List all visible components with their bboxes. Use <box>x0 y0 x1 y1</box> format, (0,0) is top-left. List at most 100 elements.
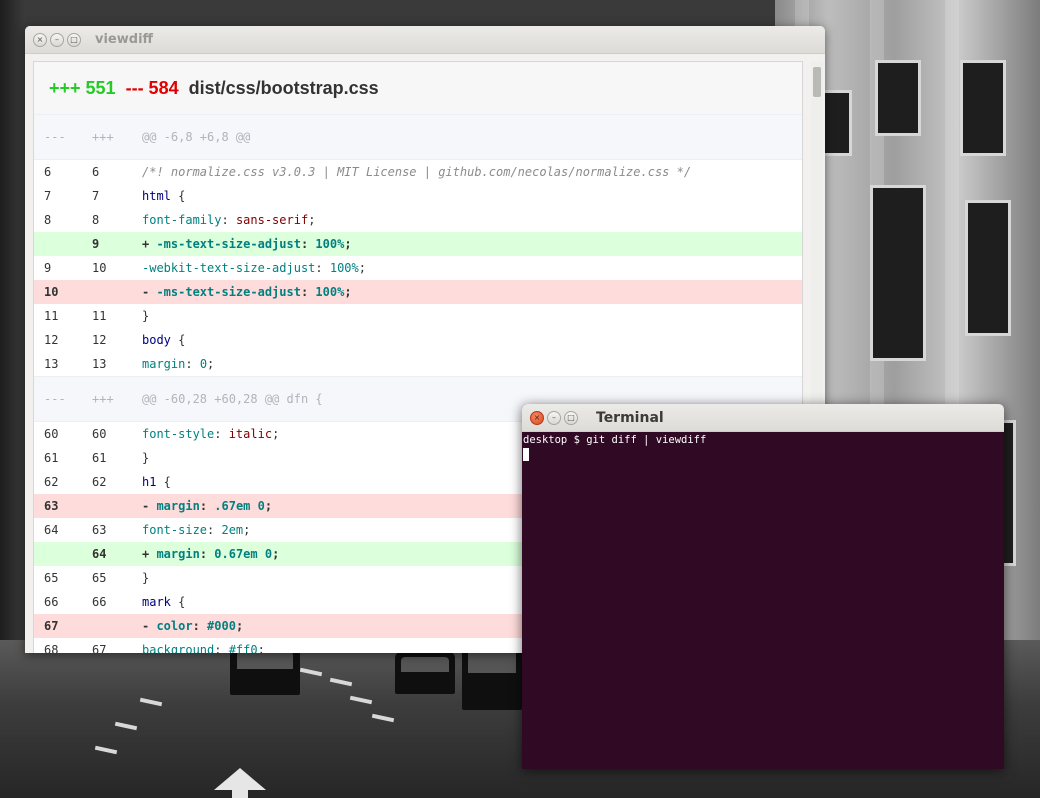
code-text: font-style: italic; <box>132 427 279 441</box>
removed-line: 10 - -ms-text-size-adjust: 100%; <box>34 280 802 304</box>
code-token: font-style <box>142 427 215 441</box>
new-line-number: 6 <box>92 165 100 179</box>
old-line-number: 66 <box>44 595 59 609</box>
code-token: -ms-text-size-adjust <box>156 285 301 299</box>
code-token: 100% <box>329 261 359 275</box>
code-text: -webkit-text-size-adjust: 100%; <box>132 261 366 275</box>
close-icon[interactable]: × <box>33 32 47 47</box>
road-arrow-marking <box>214 768 266 790</box>
code-token: ; <box>207 357 215 371</box>
hunk-header: --- +++ @@ -6,8 +6,8 @@ <box>34 114 802 160</box>
window-title: viewdiff <box>95 32 154 47</box>
added-line: 9 + -ms-text-size-adjust: 100%; <box>34 232 802 256</box>
code-text: /*! normalize.css v3.0.3 | MIT License |… <box>132 165 691 179</box>
context-line: 11 11} <box>34 304 802 328</box>
code-token: } <box>142 309 150 323</box>
code-token: margin <box>142 357 186 371</box>
new-line-number: 63 <box>92 523 107 537</box>
road-arrow-stem <box>232 788 248 798</box>
hunk-range: @@ -6,8 +6,8 @@ <box>142 130 251 144</box>
minimize-icon[interactable]: – <box>547 410 561 425</box>
file-name: dist/css/bootstrap.css <box>188 77 379 98</box>
old-line-number: 11 <box>44 309 59 323</box>
code-token: -ms-text-size-adjust <box>156 237 301 251</box>
old-line-number: 68 <box>44 643 59 653</box>
code-text: font-size: 2em; <box>132 523 250 537</box>
old-line-number: 8 <box>44 213 52 227</box>
new-line-number: 13 <box>92 357 107 371</box>
code-token: { <box>170 333 186 347</box>
old-line-number: 61 <box>44 451 59 465</box>
code-text: } <box>132 309 149 323</box>
hunk-new-marker: +++ <box>92 392 114 406</box>
new-line-number: 66 <box>92 595 107 609</box>
code-token: #ff0 <box>228 643 258 653</box>
code-token: ; <box>264 499 273 513</box>
new-line-number: 7 <box>92 189 100 203</box>
code-token: : <box>185 357 200 371</box>
viewdiff-titlebar[interactable]: × – □ viewdiff <box>25 26 825 54</box>
code-token: + <box>142 237 157 251</box>
code-token: 100% <box>315 285 345 299</box>
code-token: { <box>156 475 171 489</box>
code-token: 0.67em 0 <box>214 547 273 561</box>
new-line-number: 8 <box>92 213 100 227</box>
old-line-number: 12 <box>44 333 59 347</box>
code-token: sans-serif <box>235 213 309 227</box>
code-token: - <box>142 285 157 299</box>
maximize-icon[interactable]: □ <box>67 32 81 47</box>
code-token: body <box>142 333 171 347</box>
terminal-title: Terminal <box>596 409 664 426</box>
code-token: font-size <box>142 523 208 537</box>
code-token: ; <box>272 547 280 561</box>
scrollbar-thumb[interactable] <box>813 67 821 97</box>
code-text: html { <box>132 189 185 203</box>
close-icon[interactable]: × <box>530 410 544 425</box>
code-token: italic <box>228 427 273 441</box>
car <box>395 652 455 694</box>
context-line: 8 8 font-family: sans-serif; <box>34 208 802 232</box>
code-token: { <box>170 189 186 203</box>
code-token: ; <box>308 213 316 227</box>
additions-count: +++ 551 <box>49 77 116 98</box>
new-line-number: 65 <box>92 571 107 585</box>
code-token: : <box>221 213 236 227</box>
new-line-number: 11 <box>92 309 107 323</box>
context-line: 9 10 -webkit-text-size-adjust: 100%; <box>34 256 802 280</box>
code-token: margin <box>156 547 200 561</box>
code-token: : <box>199 547 215 561</box>
code-token: ; <box>243 523 251 537</box>
terminal-output[interactable]: desktop $ git diff | viewdiff <box>522 432 1004 769</box>
old-line-number: 63 <box>44 499 59 513</box>
new-line-number: 62 <box>92 475 107 489</box>
code-token: .67em 0 <box>214 499 265 513</box>
maximize-icon[interactable]: □ <box>564 410 578 425</box>
code-token: color <box>156 619 193 633</box>
code-token: 0 <box>199 357 208 371</box>
code-token: font-family <box>142 213 222 227</box>
deletions-count: --- 584 <box>125 77 179 98</box>
file-header: +++ 551 --- 584 dist/css/bootstrap.css <box>34 62 802 114</box>
old-line-number: 67 <box>44 619 59 633</box>
code-token: : <box>199 499 215 513</box>
old-line-number: 62 <box>44 475 59 489</box>
hunk-range: @@ -60,28 +60,28 @@ dfn { <box>142 392 323 406</box>
new-line-number: 64 <box>92 547 107 561</box>
code-token: : <box>300 237 316 251</box>
code-text: - -ms-text-size-adjust: 100%; <box>132 285 352 299</box>
prompt-line: desktop $ git diff | viewdiff <box>523 434 707 446</box>
code-token: : <box>300 285 316 299</box>
code-token: ; <box>235 619 244 633</box>
code-token: ; <box>344 237 352 251</box>
code-token: 2em <box>221 523 244 537</box>
new-line-number: 9 <box>92 237 100 251</box>
old-line-number: 7 <box>44 189 52 203</box>
old-line-number: 13 <box>44 357 59 371</box>
terminal-titlebar[interactable]: × – □ Terminal <box>522 404 1004 432</box>
minimize-icon[interactable]: – <box>50 32 64 47</box>
hunk-new-marker: +++ <box>92 130 114 144</box>
code-token: #000 <box>207 619 236 633</box>
code-token: - <box>142 619 157 633</box>
old-line-number: 10 <box>44 285 59 299</box>
code-text: + margin: 0.67em 0; <box>132 547 279 561</box>
